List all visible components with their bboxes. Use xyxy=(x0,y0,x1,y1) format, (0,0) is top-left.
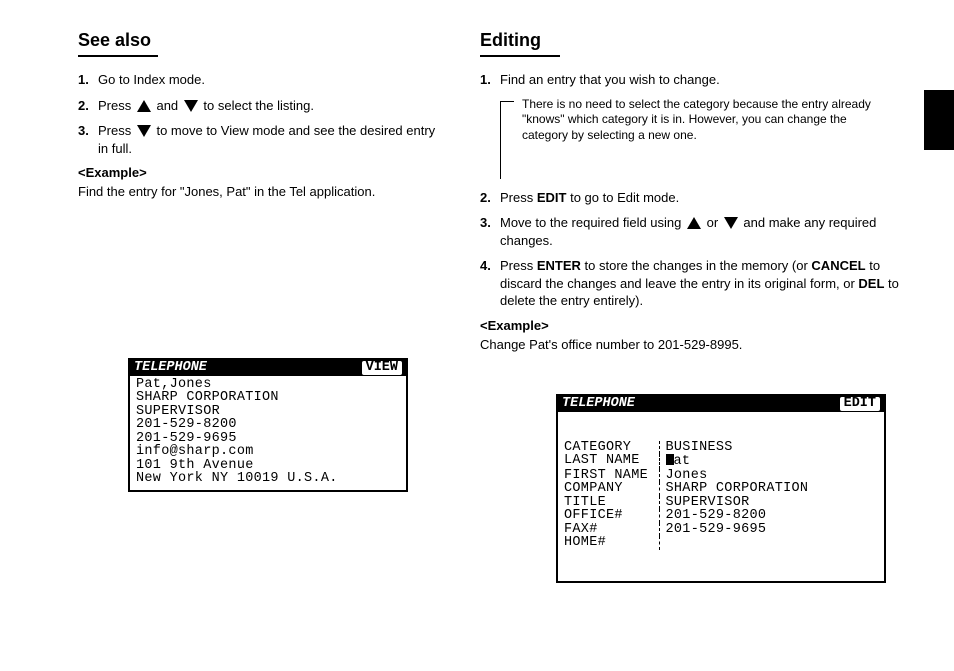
tip-block: There is no need to select the category … xyxy=(500,97,900,179)
lcd-field-label: HOME# xyxy=(564,536,659,550)
down-arrow-icon xyxy=(137,125,151,137)
lcd-edit-title: TELEPHONE xyxy=(562,397,840,411)
edge-tab xyxy=(924,90,954,150)
edit-step-3: 3. Move to the required field using or a… xyxy=(480,214,900,249)
lcd-edit-row: FIRST NAMEJones xyxy=(564,469,814,483)
edit-step-2: 2. Press EDIT to go to Edit mode. xyxy=(480,189,900,207)
step-1: 1. Go to Index mode. xyxy=(78,71,438,89)
step-3: 3. Press to move to View mode and see th… xyxy=(78,122,438,157)
lcd-field-value: Jones xyxy=(659,469,814,483)
lcd-view-panel: TELEPHONE VIEW Pat,Jones SHARP CORPORATI… xyxy=(128,358,408,492)
lcd-view-title: TELEPHONE xyxy=(134,361,362,375)
right-column: Editing 1. Find an entry that you wish t… xyxy=(480,30,900,356)
lcd-edit-row: LAST NAMEat xyxy=(564,454,814,469)
example-text: Change Pat's office number to 201-529-89… xyxy=(480,337,900,352)
down-arrow-icon xyxy=(184,100,198,112)
lcd-edit-body: CATEGORYBUSINESSLAST NAMEatFIRST NAMEJon… xyxy=(558,412,884,581)
lcd-field-label: CATEGORY xyxy=(564,441,659,455)
lcd-edit-row: OFFICE#201-529-8200 xyxy=(564,509,814,523)
edit-step-4: 4. Press ENTER to store the changes in t… xyxy=(480,257,900,310)
editing-title: Editing xyxy=(480,30,900,51)
lcd-edit-row: FAX#201-529-9695 xyxy=(564,523,814,537)
up-arrow-icon xyxy=(687,217,701,229)
lcd-field-value: 201-529-8200 xyxy=(659,509,814,523)
example-label: <Example> xyxy=(78,165,438,180)
lcd-field-value: SUPERVISOR xyxy=(659,496,814,510)
lcd-field-value: BUSINESS xyxy=(659,441,814,455)
rule-right xyxy=(480,55,560,57)
lcd-view-mode: VIEW xyxy=(362,361,402,375)
lcd-field-label: TITLE xyxy=(564,496,659,510)
edit-step-1: 1. Find an entry that you wish to change… xyxy=(480,71,900,89)
lcd-field-label: FIRST NAME xyxy=(564,469,659,483)
lcd-edit-row: CATEGORYBUSINESS xyxy=(564,441,814,455)
lcd-field-value xyxy=(659,536,814,550)
cancel-key: CANCEL xyxy=(811,258,865,273)
lcd-edit-row: COMPANYSHARP CORPORATION xyxy=(564,482,814,496)
del-key: DEL xyxy=(858,276,884,291)
tip-bracket-icon xyxy=(500,101,514,179)
lcd-view-body: Pat,Jones SHARP CORPORATION SUPERVISOR 2… xyxy=(130,376,406,490)
lcd-field-label: COMPANY xyxy=(564,482,659,496)
lcd-field-label: OFFICE# xyxy=(564,509,659,523)
cursor-icon xyxy=(666,454,674,465)
lcd-edit-mode: EDIT xyxy=(840,397,880,411)
lcd-edit-row: HOME# xyxy=(564,536,814,550)
lcd-field-label: LAST NAME xyxy=(564,454,659,469)
see-also-title: See also xyxy=(78,30,438,51)
lcd-field-value: at xyxy=(659,454,814,469)
example-text: Find the entry for "Jones, Pat" in the T… xyxy=(78,184,438,199)
edit-key: EDIT xyxy=(537,190,567,205)
lcd-edit-row: TITLESUPERVISOR xyxy=(564,496,814,510)
rule-left xyxy=(78,55,158,57)
lcd-edit-panel: TELEPHONE EDIT CATEGORYBUSINESSLAST NAME… xyxy=(556,394,886,583)
lcd-field-label: FAX# xyxy=(564,523,659,537)
lcd-field-value: SHARP CORPORATION xyxy=(659,482,814,496)
left-column: See also 1. Go to Index mode. 2. Press a… xyxy=(78,30,438,203)
up-arrow-icon xyxy=(137,100,151,112)
down-arrow-icon xyxy=(724,217,738,229)
example-label: <Example> xyxy=(480,318,900,333)
lcd-field-value: 201-529-9695 xyxy=(659,523,814,537)
enter-key: ENTER xyxy=(537,258,581,273)
step-2: 2. Press and to select the listing. xyxy=(78,97,438,115)
